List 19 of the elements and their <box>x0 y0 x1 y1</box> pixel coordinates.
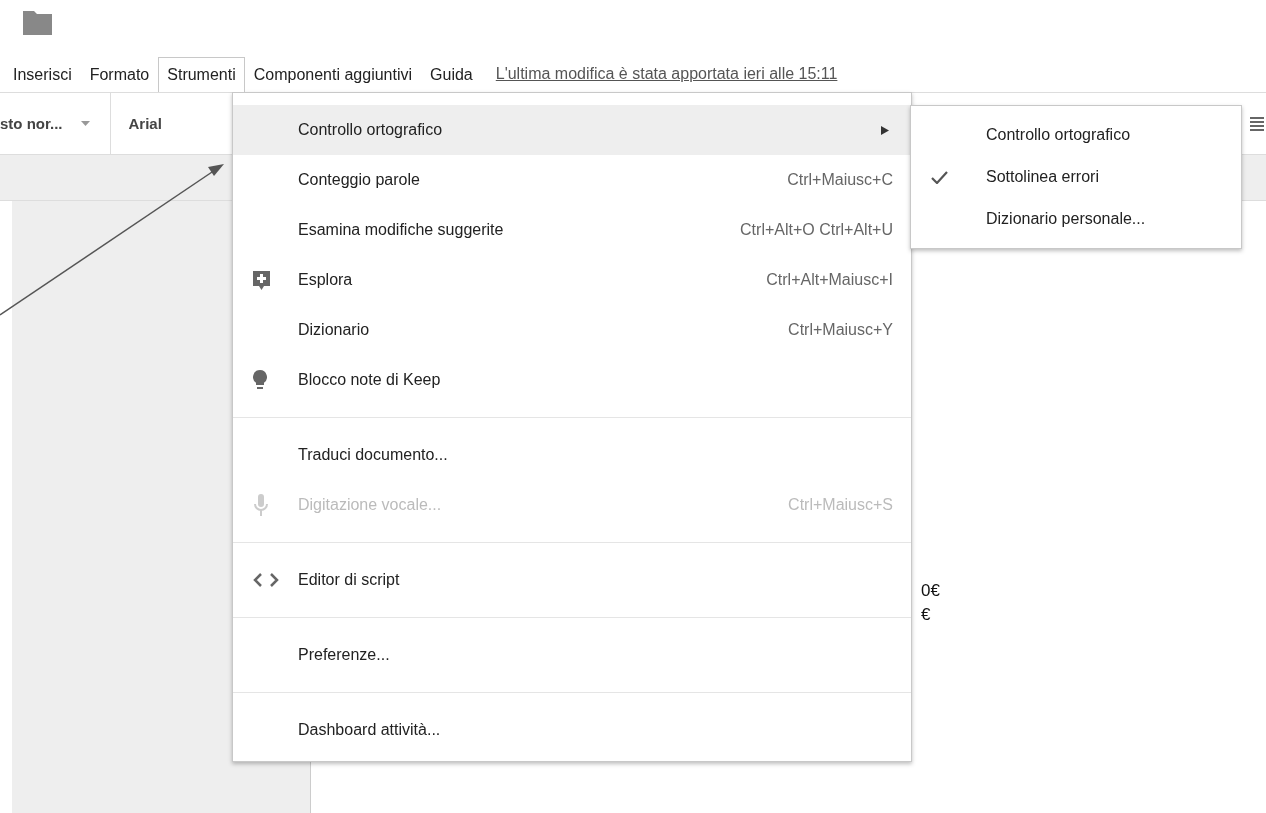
menu-entry[interactable]: Traduci documento... <box>233 430 911 480</box>
menu-item[interactable]: Strumenti <box>158 57 245 92</box>
menu-entry[interactable]: Dizionario Ctrl+Maiusc+Y <box>233 305 911 355</box>
menu-entry[interactable]: Esplora Ctrl+Alt+Maiusc+I <box>233 255 911 305</box>
menu-entry[interactable]: Controllo ortografico <box>233 105 911 155</box>
menu-entry[interactable]: Editor di script <box>233 555 911 605</box>
font-dropdown[interactable]: Arial <box>128 115 162 132</box>
document-text: € <box>921 605 932 625</box>
menu-entry[interactable]: Conteggio parole Ctrl+Maiusc+C <box>233 155 911 205</box>
last-edit-link[interactable]: L'ultima modifica è stata apportata ieri alle 15:11 <box>495 57 838 92</box>
submenu-entry[interactable]: Controllo ortografico <box>911 114 1241 156</box>
menu-entry[interactable]: Preferenze... <box>233 630 911 680</box>
menu-entry[interactable]: Dashboard attività... <box>233 705 911 755</box>
menu-entry[interactable]: Esamina modifiche suggerite Ctrl+Alt+O Ctrl+Alt+U <box>233 205 911 255</box>
submenu-entry[interactable]: Dizionario personale... <box>911 198 1241 240</box>
style-dropdown[interactable]: sto nor... <box>0 93 111 154</box>
menu-entry[interactable]: Blocco note di Keep <box>233 355 911 405</box>
submenu-entry[interactable]: Sottolinea errori <box>911 156 1241 198</box>
document-text: 0€ <box>921 581 941 601</box>
